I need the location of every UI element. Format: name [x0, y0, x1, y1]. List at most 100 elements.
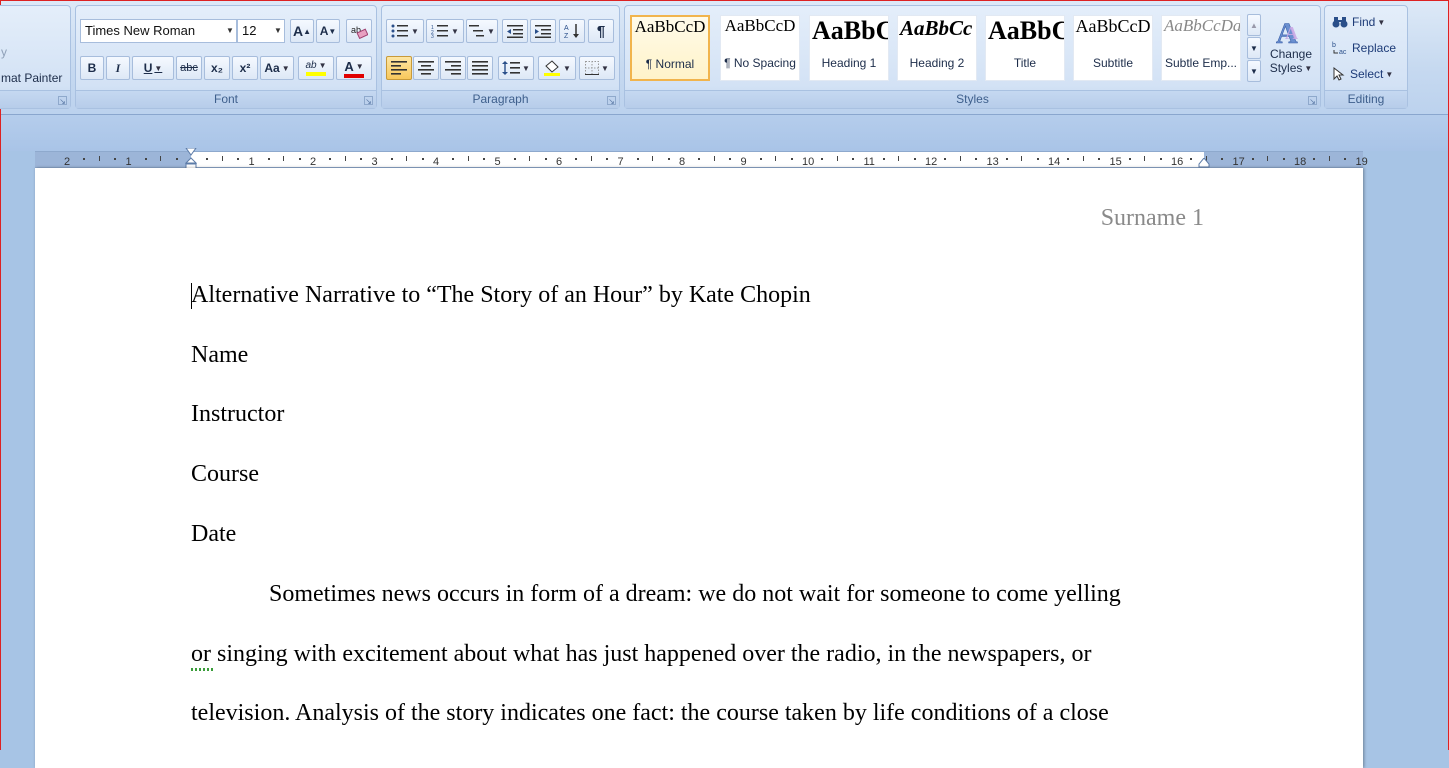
ruler-quarter-tick [944, 158, 947, 160]
style-no-spacing[interactable]: AaBbCcD ¶ No Spacing [720, 15, 800, 81]
chevron-down-icon[interactable]: ▼ [356, 62, 364, 71]
chevron-down-icon[interactable]: ▼ [319, 61, 327, 70]
indent-marker-icon[interactable] [185, 148, 197, 170]
styles-more-button[interactable]: ▼ [1247, 60, 1261, 82]
chevron-down-icon[interactable]: ▼ [411, 27, 419, 36]
binoculars-icon [1332, 17, 1348, 28]
style-sample: AaBbCcD [634, 17, 706, 36]
instructor-line[interactable]: Instructor [191, 401, 284, 428]
copy-button[interactable]: y [0, 42, 14, 62]
multilevel-list-button[interactable]: ▼ [466, 19, 498, 43]
highlight-button[interactable]: ab ▼ [298, 56, 334, 80]
document-workspace[interactable]: Surname 1 Alternative Narrative to “The … [1, 168, 1448, 768]
increase-indent-icon [535, 25, 551, 38]
numbering-button[interactable]: 123 ▼ [426, 19, 464, 43]
chevron-down-icon[interactable]: ▼ [563, 64, 571, 73]
chevron-down-icon[interactable]: ▼ [522, 64, 530, 73]
find-button[interactable]: Find ▼ [1331, 12, 1401, 32]
body-line[interactable]: television. Analysis of the story indica… [191, 700, 1109, 727]
chevron-down-icon[interactable]: ▼ [272, 20, 284, 42]
justify-button[interactable] [467, 56, 493, 80]
italic-button[interactable]: I [106, 56, 130, 80]
align-left-button[interactable] [386, 56, 412, 80]
font-family-combo[interactable]: Times New Roman ▼ [80, 19, 237, 43]
strikethrough-button[interactable]: abc [176, 56, 202, 80]
style-name: Subtitle [1092, 56, 1134, 70]
date-line[interactable]: Date [191, 521, 236, 548]
shading-button[interactable]: ▼ [538, 56, 576, 80]
document-title[interactable]: Alternative Narrative to “The Story of a… [191, 282, 811, 309]
replace-icon: bac [1332, 42, 1347, 55]
borders-button[interactable]: ▼ [579, 56, 615, 80]
svg-text:A: A [564, 25, 569, 32]
ruler-quarter-tick [1190, 158, 1193, 160]
ruler-quarter-tick [544, 158, 547, 160]
replace-button[interactable]: b ac Replace [1331, 38, 1407, 58]
ruler-quarter-tick [913, 158, 916, 160]
font-color-button[interactable]: A ▼ [336, 56, 372, 80]
paragraph-dialog-launcher-icon[interactable]: ↘ [607, 96, 616, 106]
grow-font-button[interactable]: A ▲ [290, 19, 314, 43]
body-line[interactable]: Sometimes news occurs in form of a dream… [269, 581, 1121, 608]
ruler-quarter-tick [667, 158, 670, 160]
style-heading-2[interactable]: AaBbCc Heading 2 [897, 15, 977, 81]
shrink-font-button[interactable]: A ▼ [316, 19, 340, 43]
style-title[interactable]: AaBbC Title [985, 15, 1065, 81]
ruler-half-tick [98, 156, 100, 161]
style-name: Title [1013, 56, 1037, 70]
paragraph-group: ▼ 123 ▼ ▼ AZ ¶ ▼ ▼ ▼ Paragraph ↘ [381, 5, 620, 109]
bold-button[interactable]: B [80, 56, 104, 80]
bullets-button[interactable]: ▼ [386, 19, 424, 43]
ruler-number: 14 [1048, 156, 1061, 168]
sort-button[interactable]: AZ [559, 19, 585, 43]
page-header[interactable]: Surname 1 [1101, 205, 1204, 232]
right-indent-marker-icon[interactable] [1198, 158, 1210, 168]
style-normal[interactable]: AaBbCcD ¶ Normal [630, 15, 710, 81]
styles-scroll-up-button[interactable]: ▲ [1247, 14, 1261, 36]
change-case-button[interactable]: Aa ▼ [260, 56, 294, 80]
font-size-combo[interactable]: 12 ▼ [237, 19, 285, 43]
ruler-half-tick [1144, 156, 1146, 161]
ruler-quarter-tick [114, 158, 117, 160]
chevron-down-icon[interactable]: ▼ [154, 64, 162, 73]
show-formatting-marks-button[interactable]: ¶ [588, 19, 614, 43]
chevron-down-icon[interactable]: ▼ [601, 64, 609, 73]
increase-indent-button[interactable] [530, 19, 556, 43]
course-line[interactable]: Course [191, 461, 259, 488]
chevron-down-icon[interactable]: ▼ [451, 27, 459, 36]
clipboard-group: y mat Painter ↘ [0, 5, 71, 109]
chevron-down-icon[interactable]: ▼ [487, 27, 495, 36]
styles-dialog-launcher-icon[interactable]: ↘ [1308, 96, 1317, 106]
author-name[interactable]: Name [191, 342, 248, 369]
ruler-quarter-tick [1036, 158, 1039, 160]
format-painter-button[interactable]: mat Painter [0, 67, 68, 89]
body-line[interactable]: or singing with excitement about what ha… [191, 641, 1091, 668]
document-page[interactable]: Surname 1 Alternative Narrative to “The … [35, 168, 1363, 768]
line-spacing-button[interactable]: ▼ [498, 56, 534, 80]
style-subtitle[interactable]: AaBbCcD Subtitle [1073, 15, 1153, 81]
ruler-quarter-tick [1098, 158, 1101, 160]
align-center-button[interactable] [413, 56, 439, 80]
chevron-down-icon[interactable]: ▼ [282, 64, 290, 73]
change-styles-button[interactable]: A A Change Styles ▼ [1263, 12, 1319, 88]
ruler-quarter-tick [975, 158, 978, 160]
underline-button[interactable]: U ▼ [132, 56, 174, 80]
superscript-button[interactable]: x² [232, 56, 258, 80]
select-button[interactable]: Select ▼ [1331, 64, 1407, 84]
highlighter-icon: ab [305, 60, 317, 71]
ruler-half-tick [775, 156, 777, 161]
decrease-indent-button[interactable] [502, 19, 528, 43]
subscript-button[interactable]: x₂ [204, 56, 230, 80]
font-dialog-launcher-icon[interactable]: ↘ [364, 96, 373, 106]
styles-scroll-down-button[interactable]: ▼ [1247, 37, 1261, 59]
style-heading-1[interactable]: AaBbC Heading 1 [809, 15, 889, 81]
ruler-number: 1 [248, 156, 255, 168]
style-subtle-emphasis[interactable]: AaBbCcDa Subtle Emp... [1161, 15, 1241, 81]
align-right-button[interactable] [440, 56, 466, 80]
horizontal-ruler[interactable]: 2 1 1 2 3 4 5 6 7 8 9 10 11 12 13 14 15 16 17 18 19 [35, 148, 1368, 170]
editing-group-label: Editing [1325, 90, 1407, 108]
ruler-quarter-tick [206, 158, 209, 160]
clipboard-dialog-launcher-icon[interactable]: ↘ [58, 96, 67, 106]
chevron-down-icon[interactable]: ▼ [224, 20, 236, 42]
clear-formatting-button[interactable]: ab [346, 19, 372, 43]
